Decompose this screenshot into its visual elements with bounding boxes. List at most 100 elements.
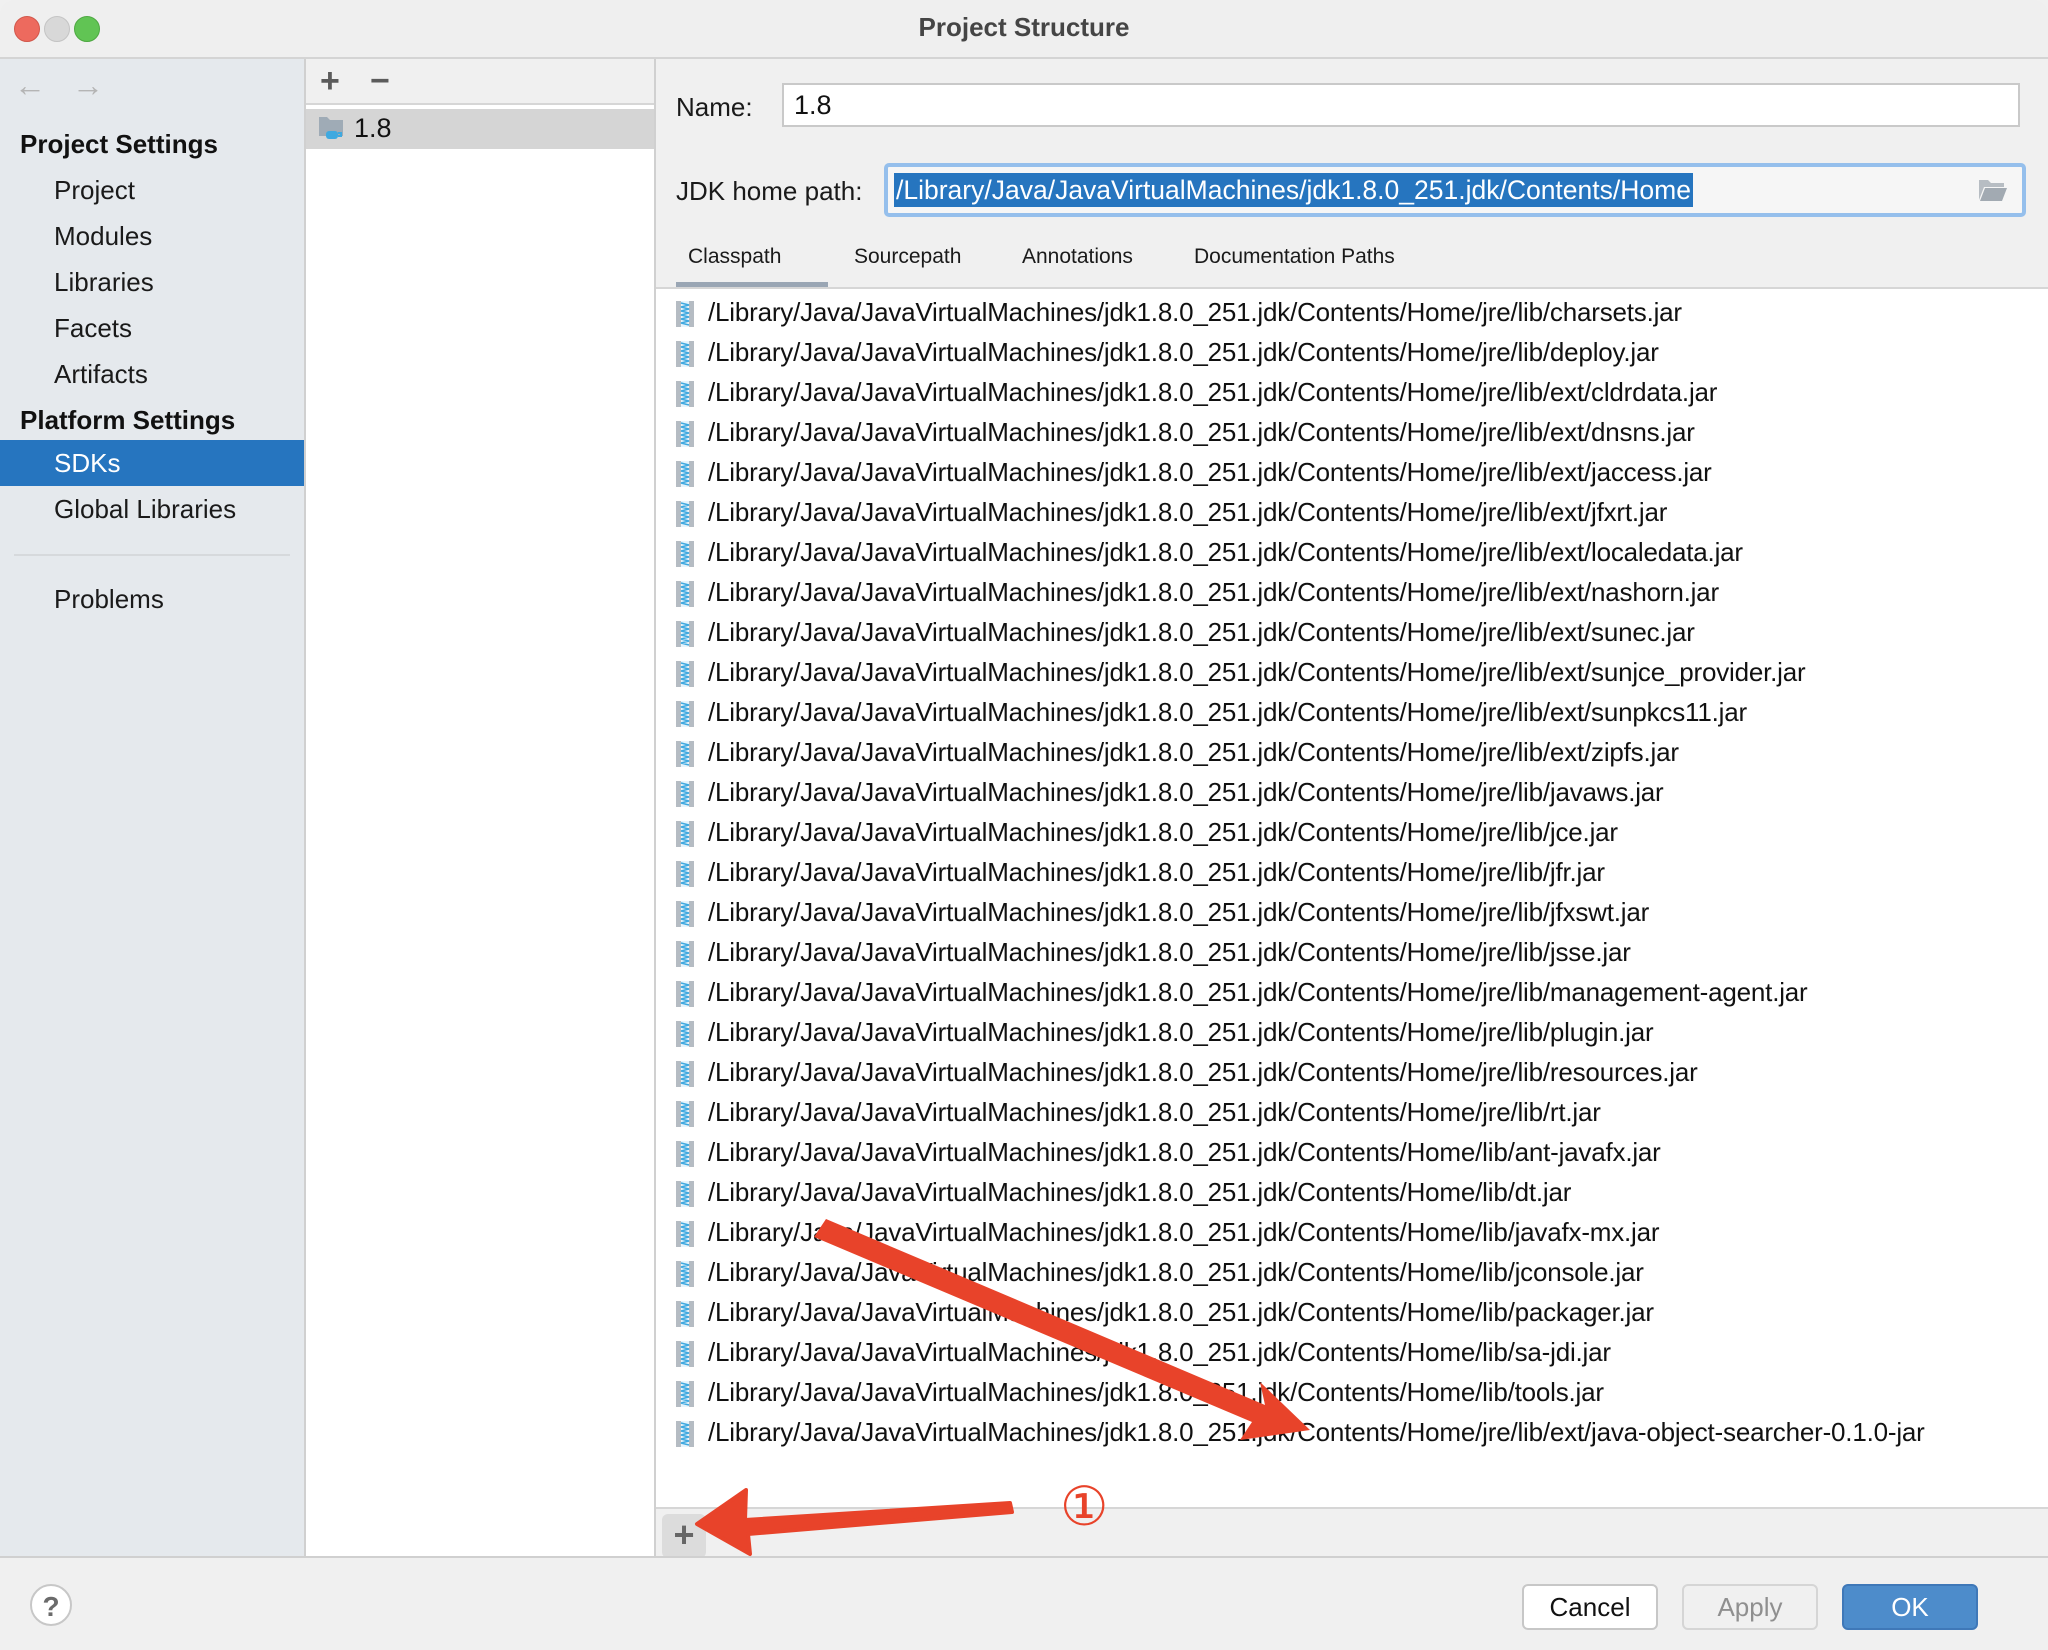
classpath-entry[interactable]: /Library/Java/JavaVirtualMachines/jdk1.8… <box>656 1213 2048 1253</box>
classpath-entry[interactable]: /Library/Java/JavaVirtualMachines/jdk1.8… <box>656 1093 2048 1133</box>
help-button[interactable]: ? <box>30 1584 72 1626</box>
classpath-entry-path: /Library/Java/JavaVirtualMachines/jdk1.8… <box>708 1417 1925 1447</box>
classpath-entry-path: /Library/Java/JavaVirtualMachines/jdk1.8… <box>708 1177 1572 1207</box>
classpath-entry[interactable]: /Library/Java/JavaVirtualMachines/jdk1.8… <box>656 853 2048 893</box>
classpath-entry[interactable]: /Library/Java/JavaVirtualMachines/jdk1.8… <box>656 773 2048 813</box>
sidebar-item-facets[interactable]: Facets <box>0 305 304 351</box>
classpath-entry-path: /Library/Java/JavaVirtualMachines/jdk1.8… <box>708 337 1659 367</box>
add-classpath-entry-button[interactable]: + <box>662 1514 706 1558</box>
browse-folder-icon[interactable] <box>1978 177 2008 203</box>
classpath-entry-path: /Library/Java/JavaVirtualMachines/jdk1.8… <box>708 1217 1660 1247</box>
ok-button[interactable]: OK <box>1842 1584 1978 1630</box>
classpath-entry[interactable]: /Library/Java/JavaVirtualMachines/jdk1.8… <box>656 613 2048 653</box>
jdk-folder-icon <box>319 117 343 139</box>
jar-archive-icon <box>676 621 694 647</box>
classpath-entry[interactable]: /Library/Java/JavaVirtualMachines/jdk1.8… <box>656 373 2048 413</box>
sidebar-item-libraries[interactable]: Libraries <box>0 259 304 305</box>
sidebar-item-sdks[interactable]: SDKs <box>0 440 304 486</box>
classpath-entry[interactable]: /Library/Java/JavaVirtualMachines/jdk1.8… <box>656 1373 2048 1413</box>
classpath-entry[interactable]: /Library/Java/JavaVirtualMachines/jdk1.8… <box>656 1253 2048 1293</box>
classpath-entry-path: /Library/Java/JavaVirtualMachines/jdk1.8… <box>708 377 1718 407</box>
forward-arrow-icon[interactable]: → <box>72 67 104 107</box>
classpath-entry[interactable]: /Library/Java/JavaVirtualMachines/jdk1.8… <box>656 533 2048 573</box>
sidebar-item-global-libraries[interactable]: Global Libraries <box>0 486 304 532</box>
classpath-entry[interactable]: /Library/Java/JavaVirtualMachines/jdk1.8… <box>656 493 2048 533</box>
classpath-entry-path: /Library/Java/JavaVirtualMachines/jdk1.8… <box>708 1377 1604 1407</box>
jar-archive-icon <box>676 1341 694 1367</box>
jar-archive-icon <box>676 661 694 687</box>
classpath-entry-path: /Library/Java/JavaVirtualMachines/jdk1.8… <box>708 497 1668 527</box>
jar-archive-icon <box>676 581 694 607</box>
classpath-entry[interactable]: /Library/Java/JavaVirtualMachines/jdk1.8… <box>656 1293 2048 1333</box>
classpath-entry[interactable]: /Library/Java/JavaVirtualMachines/jdk1.8… <box>656 1333 2048 1373</box>
classpath-entry[interactable]: /Library/Java/JavaVirtualMachines/jdk1.8… <box>656 893 2048 933</box>
classpath-entry[interactable]: /Library/Java/JavaVirtualMachines/jdk1.8… <box>656 1053 2048 1093</box>
jar-archive-icon <box>676 1381 694 1407</box>
classpath-entry[interactable]: /Library/Java/JavaVirtualMachines/jdk1.8… <box>656 1173 2048 1213</box>
classpath-entry-path: /Library/Java/JavaVirtualMachines/jdk1.8… <box>708 657 1806 687</box>
sidebar-item-artifacts[interactable]: Artifacts <box>0 351 304 397</box>
classpath-entry-path: /Library/Java/JavaVirtualMachines/jdk1.8… <box>708 1297 1654 1327</box>
sidebar: ← → Project Settings Project Modules Lib… <box>0 59 306 1556</box>
jar-archive-icon <box>676 1101 694 1127</box>
cancel-button[interactable]: Cancel <box>1522 1584 1658 1630</box>
sdk-name-input[interactable] <box>782 83 2020 127</box>
classpath-entry[interactable]: /Library/Java/JavaVirtualMachines/jdk1.8… <box>656 333 2048 373</box>
classpath-entry-path: /Library/Java/JavaVirtualMachines/jdk1.8… <box>708 1057 1698 1087</box>
section-heading-platform-settings: Platform Settings <box>20 405 236 435</box>
classpath-entry[interactable]: /Library/Java/JavaVirtualMachines/jdk1.8… <box>656 653 2048 693</box>
jar-archive-icon <box>676 381 694 407</box>
jar-archive-icon <box>676 1061 694 1087</box>
sidebar-item-modules[interactable]: Modules <box>0 213 304 259</box>
jdk-home-path-label: JDK home path: <box>676 176 863 206</box>
remove-sdk-button[interactable]: − <box>370 59 390 103</box>
jar-archive-icon <box>676 861 694 887</box>
jar-archive-icon <box>676 741 694 767</box>
classpath-entry[interactable]: /Library/Java/JavaVirtualMachines/jdk1.8… <box>656 573 2048 613</box>
step-marker: ① <box>1060 1475 1109 1538</box>
jar-archive-icon <box>676 981 694 1007</box>
sdk-tabs: Classpath Sourcepath Annotations Documen… <box>656 235 2048 289</box>
classpath-entry[interactable]: /Library/Java/JavaVirtualMachines/jdk1.8… <box>656 693 2048 733</box>
sdk-list-toolbar: + − <box>306 59 654 105</box>
classpath-entry-path: /Library/Java/JavaVirtualMachines/jdk1.8… <box>708 857 1605 887</box>
classpath-entry-path: /Library/Java/JavaVirtualMachines/jdk1.8… <box>708 937 1631 967</box>
sidebar-divider <box>14 554 290 556</box>
classpath-entry[interactable]: /Library/Java/JavaVirtualMachines/jdk1.8… <box>656 1013 2048 1053</box>
window-title: Project Structure <box>918 12 1130 42</box>
tab-classpath[interactable]: Classpath <box>688 245 781 269</box>
title-bar: Project Structure <box>0 0 2048 59</box>
back-arrow-icon[interactable]: ← <box>14 67 46 107</box>
classpath-entry[interactable]: /Library/Java/JavaVirtualMachines/jdk1.8… <box>656 973 2048 1013</box>
classpath-entry[interactable]: /Library/Java/JavaVirtualMachines/jdk1.8… <box>656 1413 2048 1453</box>
classpath-entry[interactable]: /Library/Java/JavaVirtualMachines/jdk1.8… <box>656 1133 2048 1173</box>
active-tab-indicator <box>676 282 828 287</box>
add-sdk-button[interactable]: + <box>320 59 340 103</box>
classpath-entry-path: /Library/Java/JavaVirtualMachines/jdk1.8… <box>708 537 1743 567</box>
classpath-entry[interactable]: /Library/Java/JavaVirtualMachines/jdk1.8… <box>656 453 2048 493</box>
jar-archive-icon <box>676 461 694 487</box>
classpath-entry-path: /Library/Java/JavaVirtualMachines/jdk1.8… <box>708 897 1650 927</box>
classpath-entry[interactable]: /Library/Java/JavaVirtualMachines/jdk1.8… <box>656 733 2048 773</box>
jar-archive-icon <box>676 501 694 527</box>
jar-archive-icon <box>676 301 694 327</box>
jar-archive-icon <box>676 821 694 847</box>
classpath-entry[interactable]: /Library/Java/JavaVirtualMachines/jdk1.8… <box>656 933 2048 973</box>
classpath-entry-path: /Library/Java/JavaVirtualMachines/jdk1.8… <box>708 817 1618 847</box>
classpath-entry[interactable]: /Library/Java/JavaVirtualMachines/jdk1.8… <box>656 813 2048 853</box>
navigation-arrows: ← → <box>14 67 104 107</box>
sdk-list-item[interactable]: 1.8 <box>306 109 654 149</box>
tab-annotations[interactable]: Annotations <box>1022 245 1133 269</box>
classpath-entry[interactable]: /Library/Java/JavaVirtualMachines/jdk1.8… <box>656 293 2048 333</box>
sidebar-item-project[interactable]: Project <box>0 167 304 213</box>
jar-archive-icon <box>676 1421 694 1447</box>
classpath-entry-path: /Library/Java/JavaVirtualMachines/jdk1.8… <box>708 1337 1611 1367</box>
jar-archive-icon <box>676 1141 694 1167</box>
jdk-home-path-field[interactable]: /Library/Java/JavaVirtualMachines/jdk1.8… <box>884 163 2026 217</box>
tab-sourcepath[interactable]: Sourcepath <box>854 245 961 269</box>
sidebar-item-problems[interactable]: Problems <box>0 576 304 622</box>
section-heading-project-settings: Project Settings <box>20 129 218 159</box>
classpath-entry[interactable]: /Library/Java/JavaVirtualMachines/jdk1.8… <box>656 413 2048 453</box>
apply-button[interactable]: Apply <box>1682 1584 1818 1630</box>
tab-documentation-paths[interactable]: Documentation Paths <box>1194 245 1395 269</box>
